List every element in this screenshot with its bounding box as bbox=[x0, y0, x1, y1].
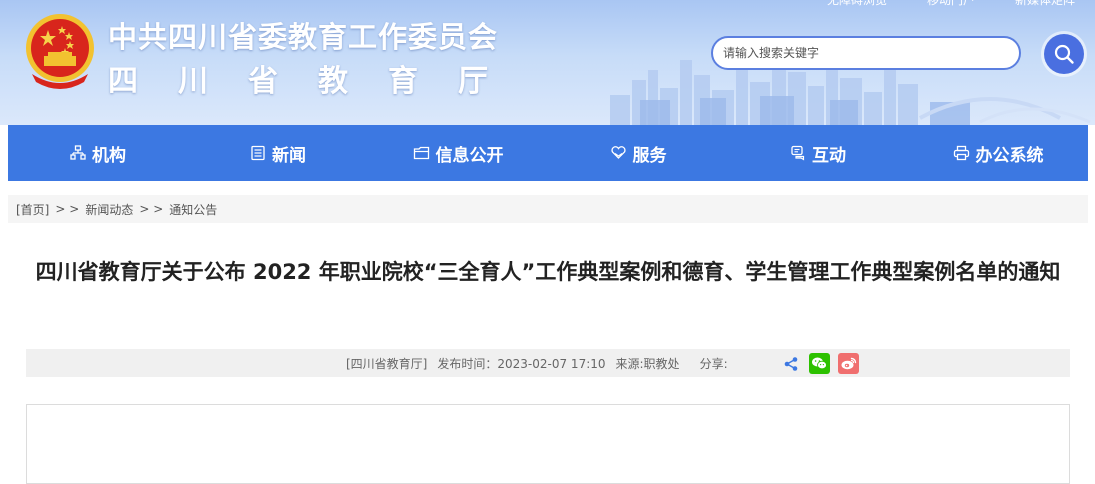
search-button[interactable] bbox=[1044, 34, 1084, 74]
nav-label: 办公系统 bbox=[975, 145, 1044, 166]
nav-label: 信息公开 bbox=[435, 145, 504, 166]
dept-name: 四川省教育厅 bbox=[108, 64, 528, 99]
article-title: 四川省教育厅关于公布 2022 年职业院校“三全育人”工作典型案例和德育、学生管… bbox=[35, 260, 1061, 284]
nav-label: 机构 bbox=[92, 145, 126, 166]
nav-item-interaction[interactable]: 互动 bbox=[728, 125, 908, 181]
source-tag: [四川省教育厅] bbox=[346, 356, 428, 371]
chat-icon bbox=[791, 145, 805, 161]
breadcrumb-notices[interactable]: 通知公告 bbox=[169, 201, 217, 218]
nav-item-info-disclosure[interactable]: 信息公开 bbox=[368, 125, 548, 181]
nav-item-service[interactable]: 服务 bbox=[548, 125, 728, 181]
breadcrumb: [首页] > > 新闻动态 > > 通知公告 bbox=[8, 195, 1088, 223]
article-origin: 来源:职教处 bbox=[615, 356, 680, 371]
search-box bbox=[711, 36, 1021, 70]
site-header: 中共四川省委教育工作委员会 四川省教育厅 无障碍浏览 移动门户 新媒体矩阵 bbox=[0, 0, 1095, 125]
share-icons bbox=[780, 353, 859, 374]
breadcrumb-home[interactable]: [首页] bbox=[16, 201, 49, 218]
article-meta-bar: [四川省教育厅] 发布时间：2023-02-07 17:10 来源:职教处 分享… bbox=[26, 349, 1070, 377]
wechat-share-button[interactable] bbox=[809, 353, 830, 374]
top-link-new-media[interactable]: 新媒体矩阵 bbox=[1015, 0, 1075, 8]
share-button[interactable] bbox=[780, 353, 801, 374]
article-content-box bbox=[26, 404, 1070, 484]
nav-item-news[interactable]: 新闻 bbox=[188, 125, 368, 181]
national-emblem bbox=[26, 14, 94, 89]
search-icon bbox=[1054, 44, 1074, 64]
search-input[interactable] bbox=[713, 38, 1019, 68]
newspaper-icon bbox=[251, 145, 265, 161]
breadcrumb-separator: > > bbox=[55, 202, 80, 216]
breadcrumb-news[interactable]: 新闻动态 bbox=[85, 201, 133, 218]
article-meta-text: [四川省教育厅] 发布时间：2023-02-07 17:10 来源:职教处 分享… bbox=[346, 355, 728, 372]
wechat-icon bbox=[812, 357, 827, 370]
printer-icon bbox=[953, 145, 969, 161]
share-icon bbox=[784, 356, 797, 371]
share-label: 分享: bbox=[699, 356, 728, 371]
main-nav: 机构 新闻 信息公开 服务 互动 办公系统 bbox=[8, 125, 1088, 181]
top-links: 无障碍浏览 移动门户 新媒体矩阵 bbox=[827, 0, 1075, 8]
nav-label: 新闻 bbox=[272, 145, 306, 166]
publish-time: 发布时间：2023-02-07 17:10 bbox=[437, 356, 606, 371]
top-link-mobile[interactable]: 移动门户 bbox=[927, 0, 975, 8]
org-name: 中共四川省委教育工作委员会 bbox=[108, 20, 499, 54]
breadcrumb-separator: > > bbox=[139, 202, 164, 216]
folder-icon bbox=[413, 146, 429, 160]
top-link-accessibility[interactable]: 无障碍浏览 bbox=[827, 0, 887, 8]
weibo-icon bbox=[841, 357, 857, 370]
nav-item-organization[interactable]: 机构 bbox=[8, 125, 188, 181]
heart-hand-icon bbox=[610, 146, 626, 159]
nav-item-office-system[interactable]: 办公系统 bbox=[908, 125, 1088, 181]
nav-label: 互动 bbox=[812, 145, 846, 166]
nav-label: 服务 bbox=[632, 145, 667, 166]
org-chart-icon bbox=[70, 145, 86, 160]
weibo-share-button[interactable] bbox=[838, 353, 859, 374]
